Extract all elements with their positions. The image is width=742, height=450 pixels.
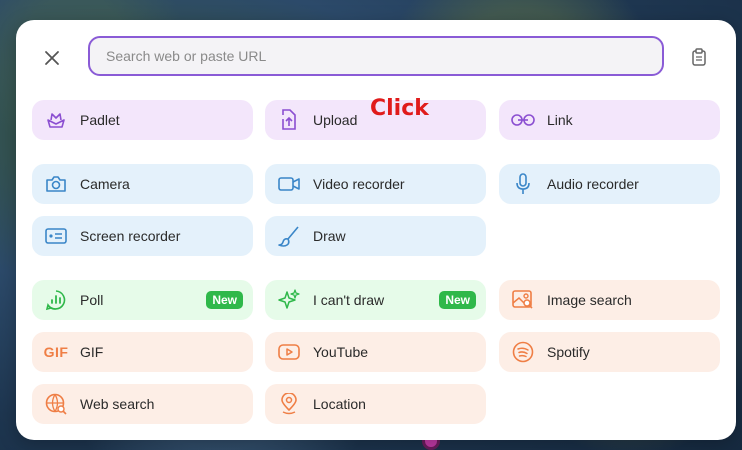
tile-gif[interactable]: GIF GIF bbox=[32, 332, 253, 372]
location-pin-icon bbox=[277, 392, 301, 416]
tile-video-recorder[interactable]: Video recorder bbox=[265, 164, 486, 204]
tile-label: Audio recorder bbox=[547, 176, 639, 192]
globe-icon bbox=[44, 392, 68, 416]
tile-draw[interactable]: Draw bbox=[265, 216, 486, 256]
camera-icon bbox=[44, 172, 68, 196]
tile-label: Upload bbox=[313, 112, 358, 128]
clipboard-button[interactable] bbox=[688, 46, 710, 68]
tile-label: Camera bbox=[80, 176, 130, 192]
microphone-icon bbox=[511, 172, 535, 196]
youtube-icon bbox=[277, 340, 301, 364]
tile-label: Web search bbox=[80, 396, 155, 412]
search-input[interactable] bbox=[88, 36, 664, 76]
tile-spotify[interactable]: Spotify bbox=[499, 332, 720, 372]
tile-label: Location bbox=[313, 396, 366, 412]
tile-label: YouTube bbox=[313, 344, 369, 360]
tile-padlet[interactable]: Padlet bbox=[32, 100, 253, 140]
tile-web-search[interactable]: Web search bbox=[32, 384, 253, 424]
padlet-icon bbox=[44, 108, 68, 132]
tile-label: Padlet bbox=[80, 112, 120, 128]
tile-screen-recorder[interactable]: Screen recorder bbox=[32, 216, 253, 256]
tile-image-search[interactable]: Image search bbox=[499, 280, 720, 320]
link-icon bbox=[511, 108, 535, 132]
tile-label: I can't draw bbox=[313, 292, 385, 308]
video-icon bbox=[277, 172, 301, 196]
tile-link[interactable]: Link bbox=[499, 100, 720, 140]
tile-poll[interactable]: Poll New bbox=[32, 280, 253, 320]
tile-youtube[interactable]: YouTube bbox=[265, 332, 486, 372]
gif-icon: GIF bbox=[43, 344, 69, 360]
image-search-icon bbox=[511, 288, 535, 312]
close-icon bbox=[45, 51, 59, 65]
upload-icon bbox=[277, 108, 301, 132]
tile-label: Draw bbox=[313, 228, 346, 244]
screen-recorder-icon bbox=[44, 224, 68, 248]
add-content-panel: Padlet Upload Link Camera Video recorder… bbox=[16, 20, 736, 440]
poll-icon bbox=[44, 288, 68, 312]
tile-camera[interactable]: Camera bbox=[32, 164, 253, 204]
tile-label: Screen recorder bbox=[80, 228, 181, 244]
sparkle-icon bbox=[277, 288, 301, 312]
tile-label: Video recorder bbox=[313, 176, 405, 192]
tile-label: Image search bbox=[547, 292, 632, 308]
new-badge: New bbox=[439, 291, 476, 309]
close-button[interactable] bbox=[40, 46, 64, 70]
tile-i-cant-draw[interactable]: I can't draw New bbox=[265, 280, 486, 320]
new-badge: New bbox=[206, 291, 243, 309]
tile-label: Link bbox=[547, 112, 573, 128]
clipboard-icon bbox=[692, 48, 706, 66]
tile-label: Spotify bbox=[547, 344, 590, 360]
tile-location[interactable]: Location bbox=[265, 384, 486, 424]
tile-audio-recorder[interactable]: Audio recorder bbox=[499, 164, 720, 204]
tile-label: Poll bbox=[80, 292, 104, 308]
click-annotation: Click bbox=[370, 96, 429, 121]
tile-label: GIF bbox=[80, 344, 104, 360]
spotify-icon bbox=[511, 340, 535, 364]
brush-icon bbox=[277, 224, 301, 248]
